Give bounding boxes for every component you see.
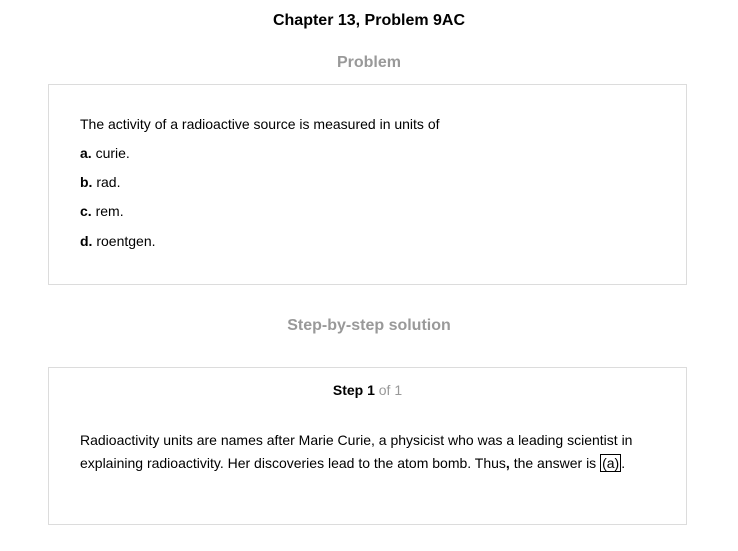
solution-text-part2: the answer is: [509, 455, 601, 471]
choice-b-text: rad.: [96, 174, 121, 190]
choice-c-text: rem.: [95, 203, 124, 219]
choice-d-letter: d.: [80, 233, 93, 249]
choice-a-text: curie.: [95, 145, 130, 161]
step-label: Step 1: [332, 382, 375, 398]
solution-card: Step 1 of 1 Radioactivity units are name…: [48, 367, 687, 525]
page-title: Chapter 13, Problem 9AC: [272, 12, 466, 29]
choice-b-letter: b.: [80, 174, 93, 190]
choice-a-letter: a.: [80, 145, 92, 161]
answer-box: (a): [600, 454, 622, 472]
choice-d: d. roentgen.: [80, 233, 156, 249]
solution-end-punct: .: [621, 455, 626, 471]
solution-heading: Step-by-step solution: [287, 317, 451, 334]
choice-c: c. rem.: [80, 203, 124, 219]
choice-a: a. curie.: [80, 145, 130, 161]
problem-heading: Problem: [336, 54, 401, 71]
step-count: of 1: [378, 382, 403, 398]
problem-question: The activity of a radioactive source is …: [80, 116, 440, 132]
solution-text: Radioactivity units are names after Mari…: [80, 429, 660, 475]
choice-d-text: roentgen.: [96, 233, 156, 249]
step-header: Step 1 of 1: [49, 382, 686, 398]
problem-card: The activity of a radioactive source is …: [48, 84, 687, 285]
choice-b: b. rad.: [80, 174, 120, 190]
choice-c-letter: c.: [80, 203, 92, 219]
